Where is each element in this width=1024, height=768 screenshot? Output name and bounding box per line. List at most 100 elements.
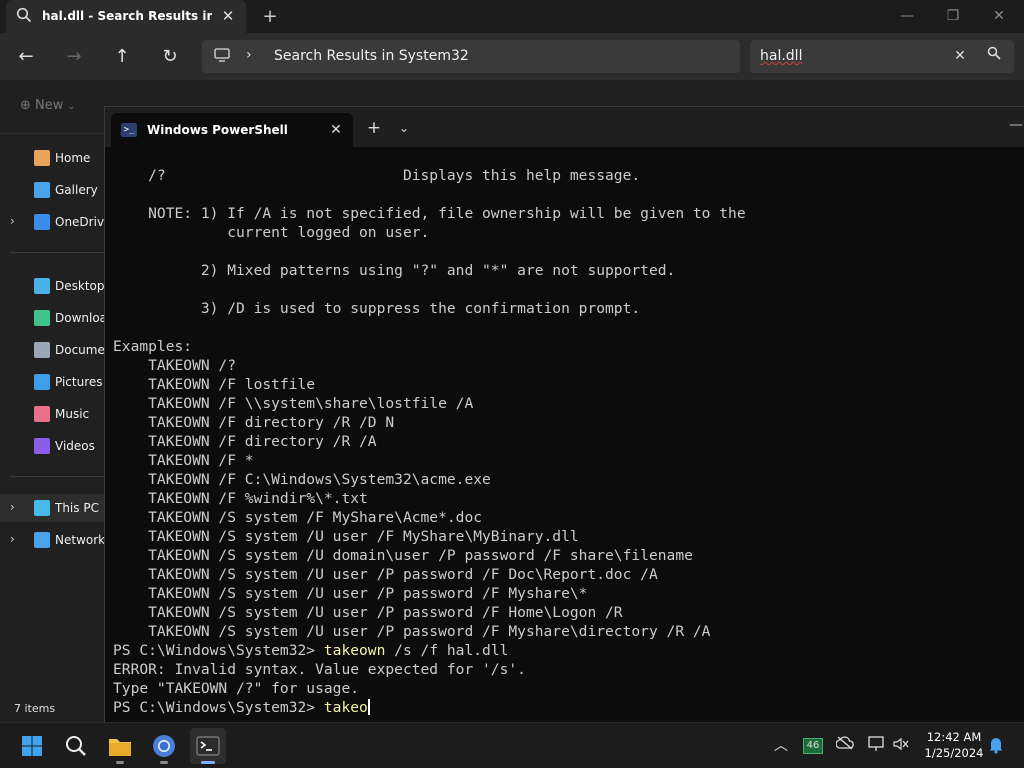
sidebar-item-label: Desktop — [55, 279, 105, 293]
chevron-right-icon[interactable]: › — [10, 500, 15, 514]
search-icon — [16, 7, 34, 25]
item-count: 7 items — [14, 702, 56, 715]
search-icon — [66, 736, 86, 756]
close-tab-icon[interactable]: ✕ — [325, 119, 347, 141]
videos-icon — [34, 438, 50, 454]
sidebar-item-label: Pictures — [55, 375, 103, 389]
sidebar-item-label: Videos — [55, 439, 95, 453]
text-cursor — [367, 699, 370, 715]
search-button[interactable] — [58, 728, 94, 764]
chrome-icon — [153, 735, 175, 757]
status-bar: 7 items — [0, 694, 110, 722]
pictures-icon — [34, 374, 50, 390]
sidebar-item-gallery[interactable]: Gallery — [0, 176, 110, 204]
file-explorer-app[interactable] — [102, 728, 138, 764]
terminal-line: PS C:\Windows\System32> takeo — [113, 698, 1024, 717]
terminal-line: /? Displays this help message. — [113, 167, 641, 184]
clock-date: 1/25/2024 — [924, 746, 984, 760]
clear-search-icon[interactable]: ✕ — [950, 46, 970, 66]
sidebar-item-this-pc[interactable]: › This PC — [0, 494, 110, 522]
explorer-tab-bar: hal.dll - Search Results in Syste ✕ + — … — [0, 0, 1024, 33]
tray-app-badge[interactable]: 46 — [803, 738, 823, 754]
start-button[interactable] — [14, 728, 50, 764]
explorer-tab[interactable]: hal.dll - Search Results in Syste ✕ — [6, 0, 246, 33]
sidebar-item-network[interactable]: › Network — [0, 526, 110, 554]
running-indicator — [116, 761, 124, 764]
minimize-button[interactable]: — — [884, 2, 930, 30]
chevron-right-icon[interactable]: › — [10, 214, 15, 228]
sidebar-divider — [10, 252, 105, 253]
system-clock[interactable]: 12:42 AM 1/25/2024 — [918, 729, 990, 761]
sidebar-item-desktop[interactable]: Desktop — [0, 272, 110, 300]
chevron-up-icon[interactable]: ︿ — [771, 736, 791, 756]
notification-bell-icon[interactable] — [986, 736, 1006, 756]
powershell-window: >_ Windows PowerShell ✕ + ⌄ — /? Display… — [104, 106, 1024, 722]
sidebar-item-pictures[interactable]: Pictures — [0, 368, 110, 396]
sidebar-item-onedrive[interactable]: › OneDrive — [0, 208, 111, 236]
terminal-line: Type "TAKEOWN /?" for usage. — [113, 680, 360, 697]
maximize-button[interactable]: ❐ — [930, 2, 976, 30]
chevron-right-icon[interactable]: › — [10, 532, 15, 546]
terminal-output[interactable]: /? Displays this help message. NOTE: 1) … — [105, 147, 1024, 723]
chevron-down-icon[interactable]: ⌄ — [393, 117, 415, 139]
address-bar[interactable]: › Search Results in System32 — [202, 40, 740, 73]
search-box[interactable]: hal.dll ✕ — [750, 40, 1014, 73]
network-icon — [34, 532, 50, 548]
powershell-tab[interactable]: >_ Windows PowerShell ✕ — [111, 113, 353, 147]
chevron-right-icon[interactable]: › — [246, 47, 252, 63]
terminal-line: 2) Mixed patterns using "?" and "*" are … — [113, 262, 676, 279]
new-tab-button[interactable]: + — [258, 5, 282, 29]
close-window-button[interactable]: ✕ — [976, 2, 1022, 30]
terminal-line: TAKEOWN /? — [113, 357, 237, 374]
back-arrow-icon[interactable]: ← — [12, 43, 40, 71]
search-input[interactable]: hal.dll — [760, 48, 802, 64]
clock-time: 12:42 AM — [926, 730, 982, 744]
explorer-nav-bar: ← → ↑ ↻ › Search Results in System32 hal… — [0, 33, 1024, 80]
sidebar-item-documents[interactable]: Documents — [0, 336, 123, 364]
terminal-line: TAKEOWN /F C:\Windows\System32\acme.exe — [113, 471, 491, 488]
terminal-line: current logged on user. — [113, 224, 430, 241]
cloud-off-icon[interactable] — [835, 736, 855, 756]
running-indicator — [160, 761, 168, 764]
new-tab-button[interactable]: + — [363, 117, 385, 139]
computer-icon — [34, 500, 50, 516]
sidebar-item-home[interactable]: Home — [0, 144, 110, 172]
terminal-line: TAKEOWN /F * — [113, 452, 254, 469]
forward-arrow-icon[interactable]: → — [60, 43, 88, 71]
terminal-command: takeo — [323, 699, 368, 716]
terminal-line: TAKEOWN /S system /U user /P password /F… — [113, 585, 588, 602]
windows-logo-icon — [22, 736, 42, 756]
terminal-line: TAKEOWN /S system /U user /P password /F… — [113, 566, 658, 583]
sidebar-item-downloads[interactable]: Downloads — [0, 304, 121, 332]
network-icon[interactable] — [867, 736, 887, 756]
sidebar-item-label: Network — [55, 533, 106, 547]
music-icon — [34, 406, 50, 422]
sidebar-item-music[interactable]: Music — [0, 400, 110, 428]
sidebar-item-label: Home — [55, 151, 91, 165]
minimize-button[interactable]: — — [1009, 117, 1024, 137]
terminal-line: TAKEOWN /S system /F MyShare\Acme*.doc — [113, 509, 483, 526]
terminal-prompt: PS C:\Windows\System32> — [113, 642, 324, 659]
sidebar-item-videos[interactable]: Videos — [0, 432, 110, 460]
explorer-tab-title: hal.dll - Search Results in Syste — [42, 9, 212, 23]
search-icon[interactable] — [984, 46, 1004, 66]
up-arrow-icon[interactable]: ↑ — [108, 43, 136, 71]
new-button[interactable]: ⊕ New ⌄ — [20, 98, 75, 113]
terminal-args: /s /f hal.dll — [385, 642, 509, 659]
speaker-muted-icon[interactable] — [891, 736, 911, 756]
sidebar-divider — [10, 476, 105, 477]
address-text: Search Results in System32 — [274, 48, 469, 64]
terminal-line: TAKEOWN /S system /U user /P password /F… — [113, 623, 711, 640]
close-tab-icon[interactable]: ✕ — [218, 6, 238, 26]
terminal-prompt: PS C:\Windows\System32> — [113, 699, 324, 716]
chrome-app[interactable] — [146, 728, 182, 764]
terminal-app[interactable] — [190, 728, 226, 764]
gallery-icon — [34, 182, 50, 198]
refresh-icon[interactable]: ↻ — [156, 43, 184, 71]
chevron-down-icon: ⌄ — [67, 102, 76, 112]
download-icon — [34, 310, 50, 326]
monitor-icon — [214, 48, 232, 64]
